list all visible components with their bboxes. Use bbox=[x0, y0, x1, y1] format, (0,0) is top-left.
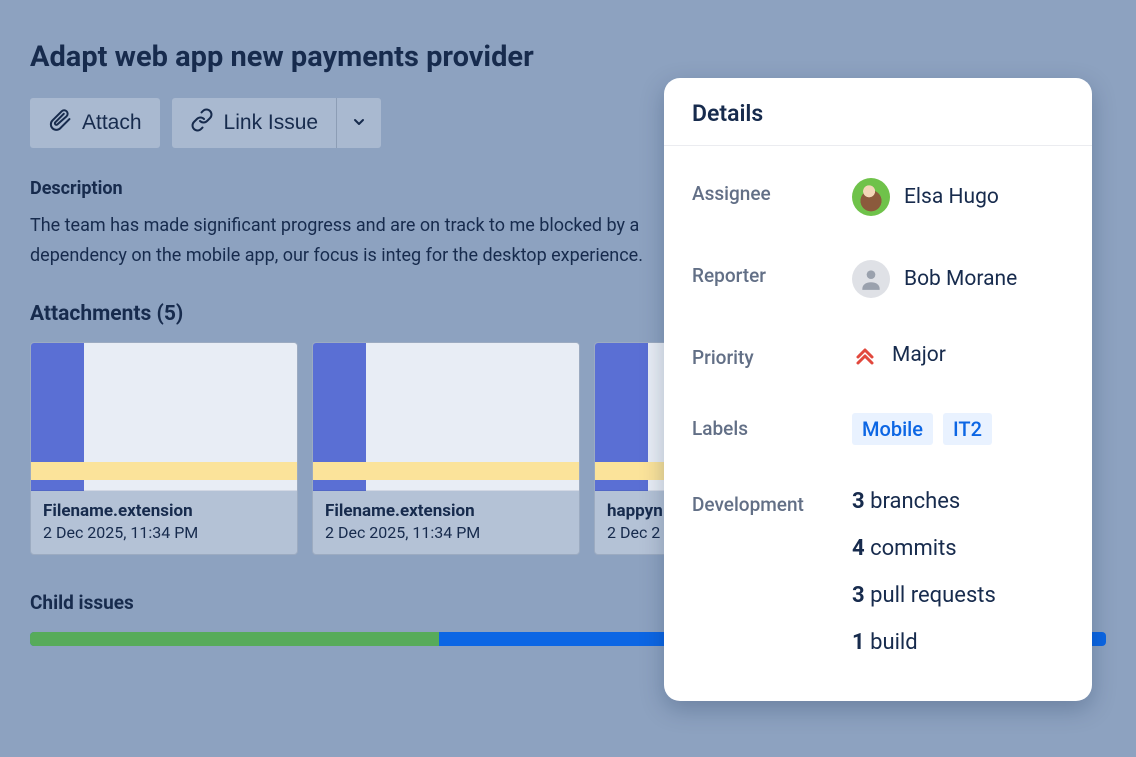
details-title: Details bbox=[692, 100, 1064, 127]
attachment-name: Filename.extension bbox=[325, 501, 567, 521]
label-chip[interactable]: IT2 bbox=[943, 413, 992, 445]
attachment-thumbnail bbox=[31, 343, 297, 491]
description-text: The team has made significant progress a… bbox=[30, 211, 730, 270]
attachment-date: 2 Dec 2025, 11:34 PM bbox=[325, 523, 567, 542]
development-label: Development bbox=[692, 489, 852, 516]
link-issue-group: Link Issue bbox=[172, 98, 382, 148]
dev-commits[interactable]: 4 commits bbox=[852, 536, 996, 561]
attachment-name: Filename.extension bbox=[43, 501, 285, 521]
progress-done-segment bbox=[30, 632, 439, 646]
avatar bbox=[852, 178, 890, 216]
labels-value[interactable]: Mobile IT2 bbox=[852, 413, 992, 445]
development-list: 3 branches 4 commits 3 pull requests 1 b… bbox=[852, 489, 996, 655]
dev-pull-requests[interactable]: 3 pull requests bbox=[852, 583, 996, 608]
link-issue-dropdown[interactable] bbox=[336, 98, 381, 148]
assignee-row: Assignee Elsa Hugo bbox=[692, 156, 1064, 238]
development-row: Development 3 branches 4 commits 3 pull … bbox=[692, 467, 1064, 677]
attach-label: Attach bbox=[82, 111, 142, 135]
link-issue-label: Link Issue bbox=[224, 111, 319, 135]
labels-row: Labels Mobile IT2 bbox=[692, 391, 1064, 467]
link-icon bbox=[190, 108, 214, 138]
avatar bbox=[852, 260, 890, 298]
attachment-thumbnail bbox=[313, 343, 579, 491]
issue-title: Adapt web app new payments provider bbox=[30, 40, 1106, 74]
attachment-card[interactable]: Filename.extension 2 Dec 2025, 11:34 PM bbox=[30, 342, 298, 555]
priority-name: Major bbox=[892, 343, 946, 367]
assignee-name: Elsa Hugo bbox=[904, 185, 999, 209]
priority-value[interactable]: Major bbox=[852, 342, 946, 368]
priority-label: Priority bbox=[692, 342, 852, 369]
paperclip-icon bbox=[48, 108, 72, 138]
details-body: Assignee Elsa Hugo Reporter Bob Morane P… bbox=[664, 146, 1092, 677]
priority-major-icon bbox=[852, 342, 878, 368]
reporter-value[interactable]: Bob Morane bbox=[852, 260, 1017, 298]
link-issue-button[interactable]: Link Issue bbox=[172, 98, 337, 148]
attachment-meta: Filename.extension 2 Dec 2025, 11:34 PM bbox=[313, 491, 579, 554]
attachment-card[interactable]: Filename.extension 2 Dec 2025, 11:34 PM bbox=[312, 342, 580, 555]
attachment-date: 2 Dec 2025, 11:34 PM bbox=[43, 523, 285, 542]
label-chip[interactable]: Mobile bbox=[852, 413, 933, 445]
dev-build[interactable]: 1 build bbox=[852, 630, 996, 655]
assignee-label: Assignee bbox=[692, 178, 852, 205]
details-header[interactable]: Details bbox=[664, 78, 1092, 146]
labels-label: Labels bbox=[692, 413, 852, 440]
details-panel: Details Assignee Elsa Hugo Reporter Bob … bbox=[664, 78, 1092, 701]
attach-button[interactable]: Attach bbox=[30, 98, 160, 148]
dev-branches[interactable]: 3 branches bbox=[852, 489, 996, 514]
reporter-name: Bob Morane bbox=[904, 267, 1017, 291]
reporter-label: Reporter bbox=[692, 260, 852, 287]
attachment-meta: Filename.extension 2 Dec 2025, 11:34 PM bbox=[31, 491, 297, 554]
reporter-row: Reporter Bob Morane bbox=[692, 238, 1064, 320]
priority-row: Priority Major bbox=[692, 320, 1064, 391]
assignee-value[interactable]: Elsa Hugo bbox=[852, 178, 999, 216]
chevron-down-icon bbox=[351, 114, 367, 133]
